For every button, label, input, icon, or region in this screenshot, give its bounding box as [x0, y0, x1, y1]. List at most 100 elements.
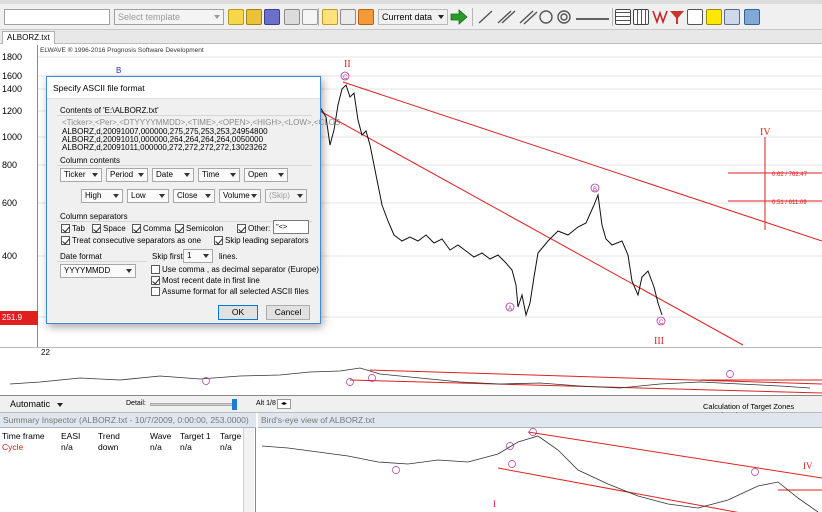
- birds-eye-panel[interactable]: Bird's-eye view of ALBORZ.txt I IV: [258, 413, 822, 512]
- skip-leading-checkbox[interactable]: [214, 236, 223, 245]
- header-target-1: Target 1: [180, 431, 211, 441]
- birdseye-label-i: I: [493, 499, 496, 509]
- column-select-5[interactable]: Open: [244, 168, 288, 182]
- folder-edit-icon[interactable]: [246, 9, 262, 25]
- skip-leading-label: Skip leading separators: [225, 236, 309, 245]
- column-select-2[interactable]: Period: [106, 168, 148, 182]
- wave-label-a: A: [508, 306, 512, 312]
- column-select-9[interactable]: Volume: [219, 189, 261, 203]
- most-recent-label: Most recent date in first line: [162, 276, 260, 285]
- detail-slider[interactable]: [150, 403, 236, 406]
- ok-button[interactable]: OK: [218, 305, 258, 320]
- zoom-icon[interactable]: [340, 9, 356, 25]
- assume-format-label: Assume format for all selected ASCII fil…: [162, 287, 309, 296]
- column-select-6[interactable]: High: [81, 189, 123, 203]
- detail-slider-handle[interactable]: [232, 399, 237, 410]
- computer-icon[interactable]: [744, 9, 760, 25]
- y-tick: 1600: [2, 71, 23, 81]
- toolbar-separator: [472, 8, 473, 26]
- y-tick: 600: [2, 198, 18, 208]
- trendline-tool-icon: [478, 10, 493, 24]
- document-icon[interactable]: [302, 9, 318, 25]
- chevron-down-icon: [297, 194, 303, 198]
- spiral-tool-icon: [557, 10, 571, 24]
- funnel-icon[interactable]: [669, 9, 685, 25]
- y-tick: 1200: [2, 106, 23, 116]
- inspector-scrollbar[interactable]: [243, 428, 254, 512]
- assume-format-checkbox[interactable]: [151, 287, 160, 296]
- print-icon[interactable]: [284, 9, 300, 25]
- alt-stepper[interactable]: ◂▸: [277, 399, 291, 409]
- table-icon[interactable]: [633, 9, 649, 25]
- chevron-down-icon[interactable]: [57, 403, 63, 407]
- wave-label-c: C: [343, 75, 348, 81]
- note-icon[interactable]: [706, 9, 722, 25]
- grid-icon[interactable]: [615, 9, 631, 25]
- date-label: 22: [41, 348, 50, 357]
- cancel-button[interactable]: Cancel: [266, 305, 310, 320]
- column-select-1[interactable]: Ticker: [60, 168, 102, 182]
- eraser-icon[interactable]: [358, 9, 374, 25]
- column-select-4[interactable]: Time: [198, 168, 240, 182]
- price-series: [319, 84, 663, 317]
- column-select-10[interactable]: (Skip): [265, 189, 307, 203]
- header-target-2: Targe: [220, 431, 242, 441]
- wave-label-iii: III: [654, 336, 664, 347]
- chevron-down-icon: [203, 254, 209, 258]
- transfer-icon[interactable]: [724, 9, 740, 25]
- open-folder-icon[interactable]: [228, 9, 244, 25]
- column-select-8[interactable]: Close: [173, 189, 215, 203]
- birdseye-plot: I IV: [261, 428, 822, 512]
- column-select-3[interactable]: Date: [152, 168, 194, 182]
- wave-label-c2: C: [659, 320, 664, 326]
- pencil-icon[interactable]: [322, 9, 338, 25]
- header-wave: Wave: [150, 431, 172, 441]
- sep-other-input[interactable]: "<>: [273, 220, 309, 234]
- row-cycle[interactable]: Cycle: [2, 442, 23, 452]
- toolbar-separator: [318, 8, 319, 26]
- chevron-down-icon: [278, 173, 284, 177]
- y-tick: 1000: [2, 132, 23, 142]
- sep-space-checkbox[interactable]: [92, 224, 101, 233]
- use-comma-checkbox[interactable]: [151, 265, 160, 274]
- treat-consecutive-checkbox[interactable]: [61, 236, 70, 245]
- birdseye-channel-line: [527, 431, 822, 479]
- cell-target-2: n/a: [220, 442, 232, 452]
- price-axis: 1800 1600 1400 1200 1000 800 600 400 251…: [0, 45, 38, 357]
- period-select[interactable]: Current data: [378, 9, 448, 25]
- skip-first-select[interactable]: 1: [183, 249, 213, 263]
- birdseye-channel-line: [497, 467, 739, 512]
- overview-chart[interactable]: [0, 358, 822, 396]
- wave-marker-icon[interactable]: [652, 9, 668, 25]
- sep-comma-label: Comma: [143, 224, 172, 233]
- date-format-select[interactable]: YYYYMMDD: [60, 264, 136, 278]
- sep-tab-checkbox[interactable]: [61, 224, 70, 233]
- target-label-1: 0.62 / 762.47: [772, 172, 808, 178]
- scale-select[interactable]: Automatic: [10, 399, 50, 409]
- most-recent-checkbox[interactable]: [151, 276, 160, 285]
- go-arrow-icon[interactable]: [450, 9, 468, 25]
- save-icon[interactable]: [264, 9, 280, 25]
- sep-comma-checkbox[interactable]: [132, 224, 141, 233]
- date-axis: 22: [0, 347, 822, 357]
- wave-label-iv: IV: [760, 127, 771, 138]
- search-field[interactable]: [4, 9, 110, 25]
- tab-alborz[interactable]: ALBORZ.txt: [2, 31, 55, 44]
- birdseye-title: Bird's-eye view of ALBORZ.txt: [258, 413, 822, 428]
- birdseye-label-iv: IV: [803, 461, 813, 471]
- ascii-format-dialog: Specify ASCII file format Contents of 'E…: [46, 76, 347, 324]
- y-tick: 800: [2, 160, 18, 170]
- document-tab-bar: ALBORZ.txt: [0, 30, 822, 44]
- tab-label: ALBORZ.txt: [7, 33, 50, 42]
- overview-wave-marker: [726, 370, 734, 378]
- template-select[interactable]: Select template: [114, 9, 224, 25]
- chevron-down-icon: [251, 194, 257, 198]
- window-icon[interactable]: [687, 9, 703, 25]
- overview-channel-line: [369, 369, 822, 385]
- date-format-label: Date format: [60, 252, 102, 261]
- price-badge: 251.9: [0, 311, 38, 325]
- birdseye-wave-marker: [751, 468, 759, 476]
- column-select-7[interactable]: Low: [127, 189, 169, 203]
- sep-semicolon-checkbox[interactable]: [175, 224, 184, 233]
- sep-other-checkbox[interactable]: [237, 224, 246, 233]
